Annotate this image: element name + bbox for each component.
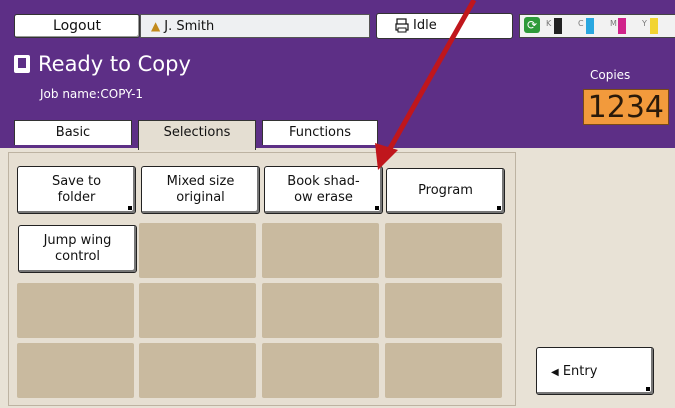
empty-slot [139,343,256,398]
entry-button[interactable]: ◀ Entry [536,347,654,395]
ink-level-bar[interactable]: ⟳ K C M Y [519,14,675,38]
empty-slot [262,283,379,338]
save-to-folder-label: Save to folder [51,174,102,205]
machine-status[interactable]: Idle [376,13,513,39]
program-button[interactable]: Program [386,168,505,214]
empty-slot [385,283,502,338]
entry-label: Entry [562,364,598,379]
ink-label-m: M [610,19,617,28]
program-label: Program [418,183,473,198]
user-name: J. Smith [164,19,215,34]
job-name: Job name:COPY-1 [40,87,144,101]
ink-label-k: K [546,19,552,28]
ink-bar-m [618,18,626,34]
copies-label: Copies [590,68,631,82]
tab-basic[interactable]: Basic [14,120,132,145]
logout-button[interactable]: Logout [14,14,140,38]
mixed-size-original-button[interactable]: Mixed size original [141,166,260,214]
menu-indicator-icon [646,387,650,391]
menu-indicator-icon [128,206,132,210]
empty-slot [139,283,256,338]
ink-label-y: Y [642,19,647,28]
ink-bar-k [554,18,562,34]
ink-bar-y [650,18,658,34]
empty-slot [262,223,379,278]
user-indicator: ▲ J. Smith [140,14,370,38]
menu-indicator-icon [375,206,379,210]
refresh-icon: ⟳ [524,17,540,33]
ink-label-c: C [578,19,584,28]
ink-bar-c [586,18,594,34]
page-title-text: Ready to Copy [38,52,191,76]
copy-document-icon [14,55,30,73]
empty-slot [17,283,134,338]
user-icon: ▲ [151,19,161,33]
empty-slot [385,223,502,278]
save-to-folder-button[interactable]: Save to folder [17,166,136,214]
copies-count[interactable]: 1234 [583,89,669,125]
caret-left-icon: ◀ [551,367,559,378]
book-shadow-erase-label: Book shad-ow erase [287,174,360,205]
book-shadow-erase-button[interactable]: Book shad-ow erase [264,166,383,214]
tab-selections[interactable]: Selections [138,120,256,151]
status-text: Idle [413,18,437,33]
page-title: Ready to Copy [14,52,191,76]
mixed-size-original-label: Mixed size original [166,174,235,205]
menu-indicator-icon [497,206,501,210]
empty-slot [139,223,256,278]
empty-slot [262,343,379,398]
jump-wing-control-button[interactable]: Jump wing control [18,225,137,273]
printer-icon [395,18,409,33]
empty-slot [385,343,502,398]
tab-functions[interactable]: Functions [262,120,378,145]
empty-slot [17,343,134,398]
jump-wing-control-label: Jump wing control [43,233,112,264]
